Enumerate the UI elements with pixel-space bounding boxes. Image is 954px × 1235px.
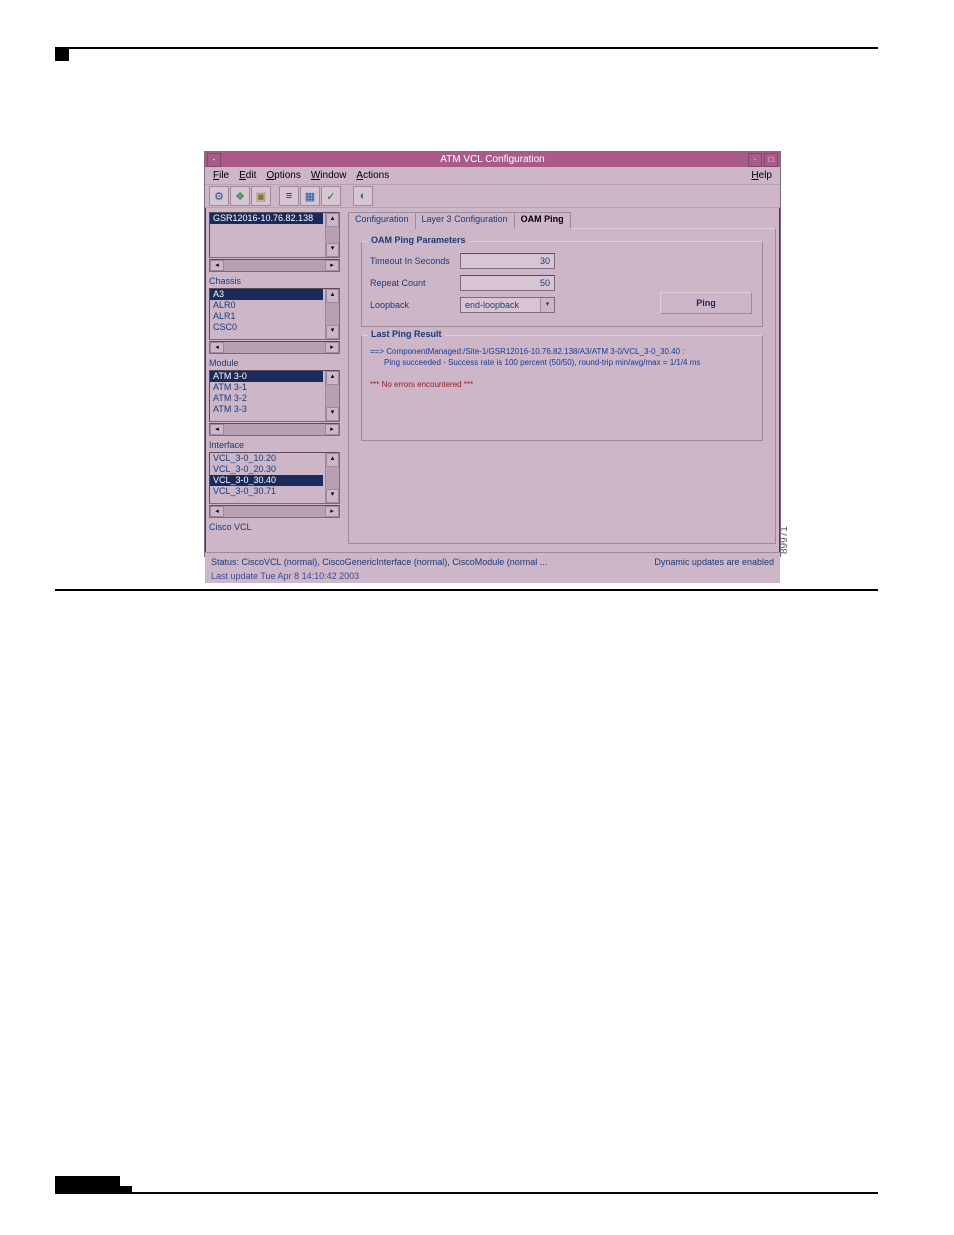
toolbar-btn-4[interactable]: ≡ <box>279 186 299 206</box>
scrollbar[interactable]: ▴▾ <box>325 213 339 257</box>
list-item[interactable]: ALR1 <box>210 311 323 322</box>
toolbar-btn-3[interactable]: ▣ <box>251 186 271 206</box>
menu-edit[interactable]: Edit <box>235 170 260 181</box>
toolbar-btn-2[interactable]: ❖ <box>230 186 250 206</box>
chassis-listbox[interactable]: A3 ALR0 ALR1 CSC0 ▴▾ <box>209 288 340 340</box>
last-ping-result-group: Last Ping Result ==> ComponentManaged:/S… <box>361 335 763 441</box>
list-item[interactable]: VCL_3-0_20.30 <box>210 464 323 475</box>
ping-result-text: ==> ComponentManaged:/Site-1/GSR12016-10… <box>370 346 754 390</box>
menu-options[interactable]: Options <box>262 170 304 181</box>
repeat-label: Repeat Count <box>370 278 460 288</box>
menu-window[interactable]: Window <box>307 170 351 181</box>
module-listbox[interactable]: ATM 3-0 ATM 3-1 ATM 3-2 ATM 3-3 ▴▾ <box>209 370 340 422</box>
toolbar-btn-7[interactable]: ◐ <box>353 186 373 206</box>
cisco-vcl-label: Cisco VCL <box>209 522 340 532</box>
scrollbar[interactable]: ▴▾ <box>325 371 339 421</box>
list-item[interactable]: A3 <box>210 289 323 300</box>
repeat-field[interactable]: 50 <box>460 275 555 291</box>
list-item[interactable]: ATM 3-1 <box>210 382 323 393</box>
loopback-combo[interactable]: end-loopback ▾ <box>460 297 555 313</box>
list-item[interactable]: ATM 3-3 <box>210 404 323 415</box>
timeout-field[interactable]: 30 <box>460 253 555 269</box>
toolbar: ⚙ ❖ ▣ ≡ ▦ ✓ ◐ <box>205 184 780 208</box>
status-text: Status: CiscoVCL (normal), CiscoGenericI… <box>211 557 547 567</box>
list-item[interactable]: VCL_3-0_30.71 <box>210 486 323 497</box>
titlebar[interactable]: - ATM VCL Configuration · □ <box>205 152 780 167</box>
list-item[interactable]: CSC0 <box>210 322 323 333</box>
list-item[interactable]: ATM 3-0 <box>210 371 323 382</box>
device-listbox[interactable]: GSR12016-10.76.82.138 ▴▾ <box>209 212 340 258</box>
scrollbar[interactable]: ◂▸ <box>209 505 340 518</box>
toolbar-btn-5[interactable]: ▦ <box>300 186 320 206</box>
tab-area: Configuration Layer 3 Configuration OAM … <box>344 208 780 552</box>
interface-listbox[interactable]: VCL_3-0_10.20 VCL_3-0_20.30 VCL_3-0_30.4… <box>209 452 340 504</box>
minimize-icon[interactable]: · <box>748 153 762 167</box>
list-item[interactable]: ALR0 <box>210 300 323 311</box>
menu-help[interactable]: Help <box>747 170 776 181</box>
interface-label: Interface <box>209 440 340 450</box>
atm-vcl-config-window: - ATM VCL Configuration · □ FFileile Edi… <box>204 151 781 557</box>
maximize-icon[interactable]: □ <box>764 153 778 167</box>
chassis-label: Chassis <box>209 276 340 286</box>
menubar: FFileile Edit Options Window Actions Hel… <box>205 167 780 184</box>
scrollbar[interactable]: ◂▸ <box>209 341 340 354</box>
dynamic-updates-text: Dynamic updates are enabled <box>654 557 774 567</box>
scrollbar[interactable]: ◂▸ <box>209 423 340 436</box>
module-label: Module <box>209 358 340 368</box>
oam-ping-parameters-group: OAM Ping Parameters Timeout In Seconds 3… <box>361 241 763 327</box>
list-item[interactable]: VCL_3-0_30.40 <box>210 475 323 486</box>
tab-body: OAM Ping Parameters Timeout In Seconds 3… <box>348 228 776 544</box>
list-item[interactable]: ATM 3-2 <box>210 393 323 404</box>
window-menu-icon[interactable]: - <box>207 153 221 167</box>
navigation-pane: GSR12016-10.76.82.138 ▴▾ ◂▸ Chassis A3 A… <box>205 208 344 552</box>
status-bar: Status: CiscoVCL (normal), CiscoGenericI… <box>205 552 780 570</box>
menu-file[interactable]: FFileile <box>209 170 233 181</box>
loopback-label: Loopback <box>370 300 460 310</box>
toolbar-btn-1[interactable]: ⚙ <box>209 186 229 206</box>
menu-actions[interactable]: Actions <box>352 170 393 181</box>
tab-oam-ping[interactable]: OAM Ping <box>514 212 571 229</box>
chevron-down-icon[interactable]: ▾ <box>540 298 554 312</box>
list-item[interactable]: VCL_3-0_10.20 <box>210 453 323 464</box>
tab-layer3[interactable]: Layer 3 Configuration <box>415 212 515 229</box>
window-title: ATM VCL Configuration <box>440 154 545 165</box>
toolbar-btn-6[interactable]: ✓ <box>321 186 341 206</box>
last-update-bar: Last update Tue Apr 8 14:10:42 2003 <box>205 570 780 583</box>
scrollbar[interactable]: ◂▸ <box>209 259 340 272</box>
ping-button[interactable]: Ping <box>660 292 752 314</box>
timeout-label: Timeout In Seconds <box>370 256 460 266</box>
list-item[interactable]: GSR12016-10.76.82.138 <box>210 213 323 224</box>
scrollbar[interactable]: ▴▾ <box>325 453 339 503</box>
tab-configuration[interactable]: Configuration <box>348 212 416 229</box>
scrollbar[interactable]: ▴▾ <box>325 289 339 339</box>
